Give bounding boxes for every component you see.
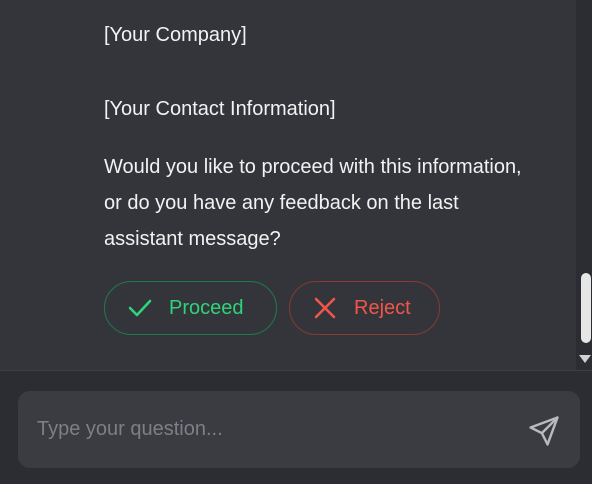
chat-scrollbar[interactable]	[576, 0, 592, 370]
reject-label: Reject	[354, 296, 411, 319]
send-icon	[529, 416, 559, 446]
question-input[interactable]	[18, 391, 508, 468]
check-icon	[125, 293, 155, 323]
confirmation-question: Would you like to proceed with this info…	[104, 156, 522, 250]
contact-placeholder-line: [Your Contact Information]	[104, 98, 336, 120]
proceed-button[interactable]: Proceed	[104, 281, 277, 335]
feedback-actions: Proceed Reject	[104, 281, 440, 335]
chat-window: [Your Company] [Your Contact Information…	[0, 0, 592, 484]
x-icon	[310, 293, 340, 323]
input-divider	[0, 370, 592, 371]
proceed-label: Proceed	[169, 296, 244, 319]
chat-messages-area: [Your Company] [Your Contact Information…	[0, 0, 576, 370]
reject-button[interactable]: Reject	[289, 281, 440, 335]
scroll-down-arrow-icon[interactable]	[579, 355, 591, 363]
send-button[interactable]	[526, 413, 562, 449]
message-composer	[18, 391, 580, 468]
company-placeholder-line: [Your Company]	[104, 24, 247, 46]
scrollbar-thumb[interactable]	[581, 273, 591, 343]
